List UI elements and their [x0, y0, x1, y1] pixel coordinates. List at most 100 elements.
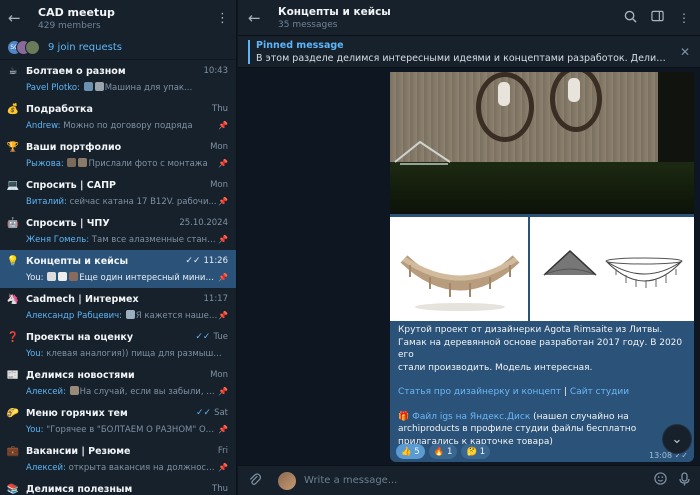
preview-text: сейчас катана 17 B12V. рабочи...: [69, 196, 217, 207]
pin-icon: 📌: [218, 121, 228, 130]
reaction-emoji: 🔥: [433, 446, 445, 457]
link-separator: |: [561, 387, 570, 397]
topic-time-block: ✓✓ Sat: [196, 408, 228, 418]
photo-hammock-drawings[interactable]: [530, 217, 694, 321]
message-file-line: 🎁 Файл igs на Яндекс.Диск (нашел случайн…: [398, 411, 688, 449]
topic-row-bottom: Александр Рабцевич: Я кажется нашел ка..…: [26, 308, 228, 323]
group-title-block[interactable]: CAD meetup 429 members: [28, 6, 216, 31]
topic-body: Концепты и кейсы ✓✓ 11:26 You: Еще один …: [26, 254, 228, 285]
topic-preview: Pavel Plotko: Машина для упак...: [26, 82, 192, 93]
attach-paperclip-icon[interactable]: [248, 472, 270, 490]
topic-emoji-icon: ❓: [6, 332, 20, 343]
preview-sender: Pavel Plotko:: [26, 83, 80, 93]
search-icon[interactable]: [624, 10, 637, 26]
photo-hammock-product[interactable]: [390, 217, 528, 321]
topic-item[interactable]: 💡 Концепты и кейсы ✓✓ 11:26 You: Еще оди…: [0, 250, 236, 288]
topic-item[interactable]: 📚 Делимся полезным Thu: [0, 478, 236, 495]
topic-time-block: Fri: [218, 446, 228, 456]
join-requests-banner[interactable]: SG 9 join requests: [0, 36, 236, 60]
preview-text: Еще один интересный миним...: [79, 273, 219, 283]
topic-item[interactable]: 💼 Вакансии | Резюме Fri Алексей: открыта…: [0, 440, 236, 478]
pinned-message-bar[interactable]: Pinned message В этом разделе делимся ин…: [238, 36, 700, 68]
topic-body: Вакансии | Резюме Fri Алексей: открыта в…: [26, 444, 228, 475]
topic-row-top: Cadmech | Интермех 11:17: [26, 292, 228, 306]
more-menu-icon[interactable]: ⋮: [678, 11, 690, 25]
topic-item[interactable]: 📰 Делимся новостями Mon Алексей: На случ…: [0, 364, 236, 402]
pin-icon: 📌: [218, 197, 228, 206]
topic-time-block: Thu: [212, 104, 228, 114]
back-arrow-icon[interactable]: ←: [8, 9, 28, 27]
message-bubble[interactable]: Крутой проект от дизайнерки Agota Rimsai…: [390, 72, 694, 462]
topic-item[interactable]: 💰 Подработка Thu Andrew: Можно по догово…: [0, 98, 236, 136]
pin-icon: 📌: [218, 387, 228, 396]
reaction-emoji: 🤔: [466, 446, 478, 457]
topic-preview: Виталий: сейчас катана 17 B12V. рабочи..…: [26, 197, 217, 207]
topic-body: Спросить | ЧПУ 25.10.2024 Женя Гомель: Т…: [26, 216, 228, 247]
back-arrow-icon[interactable]: ←: [248, 9, 268, 27]
topic-row-top: Делимся полезным Thu: [26, 482, 228, 495]
message-text: Крутой проект от дизайнерки Agota Rimsai…: [398, 324, 688, 448]
topic-row-bottom: Алексей: открыта вакансия на должность г…: [26, 460, 228, 475]
topic-emoji-icon: 📚: [6, 484, 20, 495]
microphone-icon[interactable]: [679, 471, 690, 490]
topic-emoji-icon: 🦄: [6, 294, 20, 305]
topic-name: Проекты на оценку: [26, 331, 134, 343]
pin-icon: 📌: [218, 159, 228, 168]
preview-text: Машина для упак...: [104, 83, 193, 93]
reaction-chip[interactable]: 🔥 1: [428, 444, 458, 459]
photo-hammocks-on-deck[interactable]: [390, 72, 694, 214]
topic-row-top: Ваши портфолио Mon: [26, 140, 228, 154]
preview-sender: Алексей:: [26, 462, 66, 473]
topic-row-top: Подработка Thu: [26, 102, 228, 116]
topic-emoji-icon: ☕: [8, 66, 18, 77]
topic-name: Спросить | САПР: [26, 179, 116, 191]
topic-emoji-icon: 🌮: [6, 408, 20, 419]
reactions-row: 👍 5 🔥 1 🤔 1: [396, 444, 491, 459]
sidebar-toggle-icon[interactable]: [651, 10, 664, 25]
message-line: стали производить. Модель интересная.: [398, 362, 593, 373]
reaction-chip[interactable]: 👍 5: [396, 444, 425, 459]
topic-emoji-icon: 📰: [6, 370, 20, 381]
scroll-down-button[interactable]: ⌄: [662, 424, 692, 454]
topic-item[interactable]: 🌮 Меню горячих тем ✓✓ Sat You: "Горячее …: [0, 402, 236, 440]
topic-item[interactable]: ❓ Проекты на оценку ✓✓ Tue You: клевая а…: [0, 326, 236, 364]
send-as-avatar[interactable]: [278, 471, 296, 490]
message-input[interactable]: [304, 475, 642, 486]
topic-item[interactable]: 🏆 Ваши портфолио Mon Рыжова: Прислали фо…: [0, 136, 236, 174]
more-menu-icon[interactable]: ⋮: [216, 11, 229, 26]
topic-row-bottom: Алексей: На случай, если вы забыли, что …: [26, 384, 228, 399]
double-check-icon: ✓✓: [195, 408, 212, 418]
preview-text: клевая аналогия)) пища для размышлен...: [46, 348, 226, 359]
topic-preview: You: "Горячее в "БОЛТАЕМ О РАЗНОМ" Опрос…: [26, 425, 218, 435]
gift-icon: 🎁: [398, 411, 410, 422]
preview-text: Я кажется нашел ка...: [135, 311, 218, 321]
close-icon[interactable]: ✕: [680, 45, 690, 59]
preview-text: "Горячее в "БОЛТАЕМ О РАЗНОМ" Опрос...: [46, 424, 219, 435]
topic-name: Делимся полезным: [26, 483, 133, 495]
topic-item[interactable]: 💻 Спросить | САПР Mon Виталий: сейчас ка…: [0, 174, 236, 212]
preview-sender: You:: [26, 424, 44, 435]
hammock-product-drawing: [400, 255, 520, 311]
studio-site-link[interactable]: Сайт студии: [570, 387, 629, 397]
topic-emoji-icon: 💰: [6, 104, 20, 115]
topic-time: Thu: [212, 104, 228, 114]
topic-body: Делимся полезным Thu: [26, 482, 228, 495]
emoji-smile-icon[interactable]: [654, 472, 667, 489]
topic-time: Mon: [210, 142, 228, 152]
topic-body: Делимся новостями Mon Алексей: На случай…: [26, 368, 228, 399]
reaction-emoji: 👍: [401, 446, 412, 457]
topic-item[interactable]: ☕ Болтаем о разном 10:43 Pavel Plotko: М…: [0, 60, 236, 98]
message-line: Гамак на деревянной основе разработан 20…: [398, 337, 683, 361]
reaction-chip[interactable]: 🤔 1: [461, 444, 491, 459]
topic-row-bottom: Виталий: сейчас катана 17 B12V. рабочи..…: [26, 194, 228, 209]
designer-article-link[interactable]: Статья про дизайнерку и концепт: [398, 387, 561, 397]
topic-item[interactable]: 🤖 Спросить | ЧПУ 25.10.2024 Женя Гомель:…: [0, 212, 236, 250]
topic-item[interactable]: 🦄 Cadmech | Интермех 11:17 Александр Раб…: [0, 288, 236, 326]
topic-row-bottom: Pavel Plotko: Машина для упак...: [26, 80, 228, 95]
pinned-accent-bar: [248, 39, 250, 64]
topic-row-top: Делимся новостями Mon: [26, 368, 228, 382]
yandex-disk-link[interactable]: Файл igs на Яндекс.Диск: [412, 412, 530, 422]
chat-title-block[interactable]: Концепты и кейсы 35 messages: [268, 6, 624, 30]
person-figure: [498, 82, 510, 106]
topic-name: Вакансии | Резюме: [26, 445, 131, 457]
